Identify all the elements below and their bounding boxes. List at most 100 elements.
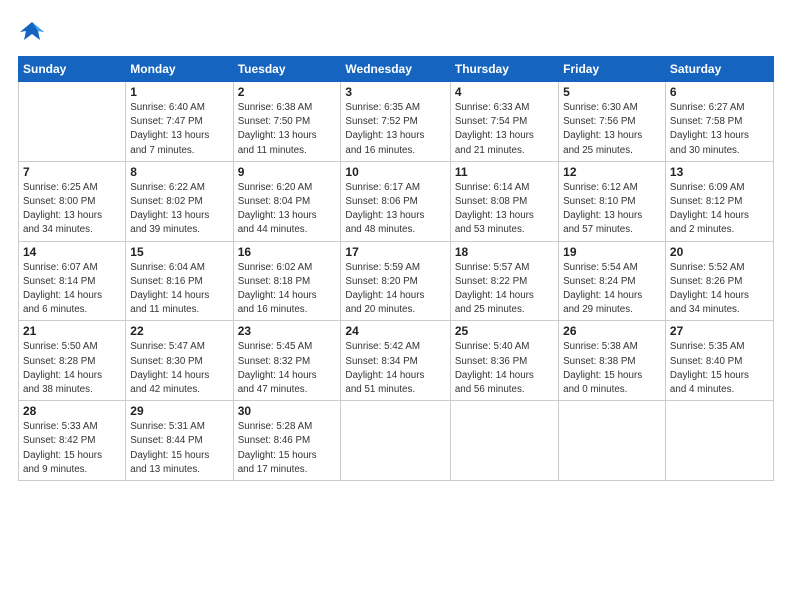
calendar-week-row: 7Sunrise: 6:25 AM Sunset: 8:00 PM Daylig…: [19, 161, 774, 241]
day-number: 25: [455, 324, 554, 338]
calendar-day-cell: 15 Sunrise: 6:04 AM Sunset: 8:16 PM Dayli…: [126, 241, 233, 321]
calendar-day-cell: 26 Sunrise: 5:38 AM Sunset: 8:38 PM Dayli…: [559, 321, 666, 401]
calendar-day-cell: 4Sunrise: 6:33 AM Sunset: 7:54 PM Daylig…: [450, 82, 558, 162]
calendar-day-cell: 19 Sunrise: 5:54 AM Sunset: 8:24 PM Dayli…: [559, 241, 666, 321]
day-number: 28: [23, 404, 121, 418]
calendar-day-cell: 8 Sunrise: 6:22 AM Sunset: 8:02 PM Daylig…: [126, 161, 233, 241]
calendar-day-cell: 10Sunrise: 6:17 AM Sunset: 8:06 PM Dayli…: [341, 161, 450, 241]
calendar-day-cell: 16 Sunrise: 6:02 AM Sunset: 8:18 PM Dayli…: [233, 241, 341, 321]
day-info: Sunrise: 5:47 AM Sunset: 8:30 PM Dayligh…: [130, 340, 228, 397]
day-number: 18: [455, 245, 554, 259]
day-number: 4: [455, 85, 554, 99]
day-info: Sunrise: 5:59 AM Sunset: 8:20 PM Dayligh…: [345, 261, 445, 318]
day-info: Sunrise: 6:02 AM Sunset: 8:18 PM Dayligh…: [238, 261, 337, 318]
calendar-day-cell: 7Sunrise: 6:25 AM Sunset: 8:00 PM Daylig…: [19, 161, 126, 241]
calendar-day-cell: 17Sunrise: 5:59 AM Sunset: 8:20 PM Dayli…: [341, 241, 450, 321]
day-number: 22: [130, 324, 228, 338]
day-info: Sunrise: 6:30 AM Sunset: 7:56 PM Dayligh…: [563, 101, 661, 158]
day-info: Sunrise: 5:50 AM Sunset: 8:28 PM Dayligh…: [23, 340, 121, 397]
day-number: 15: [130, 245, 228, 259]
day-info: Sunrise: 5:28 AM Sunset: 8:46 PM Dayligh…: [238, 420, 337, 477]
calendar-week-row: 21 Sunrise: 5:50 AM Sunset: 8:28 PM Dayli…: [19, 321, 774, 401]
day-number: 2: [238, 85, 337, 99]
day-info: Sunrise: 6:09 AM Sunset: 8:12 PM Dayligh…: [670, 181, 769, 238]
day-number: 13: [670, 165, 769, 179]
calendar-day-cell: 2 Sunrise: 6:38 AM Sunset: 7:50 PM Daylig…: [233, 82, 341, 162]
day-info: Sunrise: 6:20 AM Sunset: 8:04 PM Dayligh…: [238, 181, 337, 238]
day-number: 5: [563, 85, 661, 99]
day-of-week-header: Thursday: [450, 57, 558, 82]
calendar-header-row: SundayMondayTuesdayWednesdayThursdayFrid…: [19, 57, 774, 82]
calendar-day-cell: 5 Sunrise: 6:30 AM Sunset: 7:56 PM Daylig…: [559, 82, 666, 162]
day-info: Sunrise: 5:57 AM Sunset: 8:22 PM Dayligh…: [455, 261, 554, 318]
day-info: Sunrise: 5:52 AM Sunset: 8:26 PM Dayligh…: [670, 261, 769, 318]
calendar-week-row: 14 Sunrise: 6:07 AM Sunset: 8:14 PM Dayli…: [19, 241, 774, 321]
day-of-week-header: Friday: [559, 57, 666, 82]
calendar-week-row: 1 Sunrise: 6:40 AM Sunset: 7:47 PM Daylig…: [19, 82, 774, 162]
day-info: Sunrise: 6:40 AM Sunset: 7:47 PM Dayligh…: [130, 101, 228, 158]
calendar-table: SundayMondayTuesdayWednesdayThursdayFrid…: [18, 56, 774, 481]
calendar-day-cell: [450, 401, 558, 481]
calendar-day-cell: 29 Sunrise: 5:31 AM Sunset: 8:44 PM Dayli…: [126, 401, 233, 481]
day-info: Sunrise: 6:25 AM Sunset: 8:00 PM Dayligh…: [23, 181, 121, 238]
calendar-day-cell: 25Sunrise: 5:40 AM Sunset: 8:36 PM Dayli…: [450, 321, 558, 401]
day-info: Sunrise: 6:35 AM Sunset: 7:52 PM Dayligh…: [345, 101, 445, 158]
day-number: 12: [563, 165, 661, 179]
day-info: Sunrise: 6:22 AM Sunset: 8:02 PM Dayligh…: [130, 181, 228, 238]
day-info: Sunrise: 6:04 AM Sunset: 8:16 PM Dayligh…: [130, 261, 228, 318]
day-number: 19: [563, 245, 661, 259]
calendar-day-cell: 27 Sunrise: 5:35 AM Sunset: 8:40 PM Dayli…: [665, 321, 773, 401]
day-info: Sunrise: 6:27 AM Sunset: 7:58 PM Dayligh…: [670, 101, 769, 158]
calendar-day-cell: 21 Sunrise: 5:50 AM Sunset: 8:28 PM Dayli…: [19, 321, 126, 401]
calendar-day-cell: [559, 401, 666, 481]
calendar-day-cell: 6 Sunrise: 6:27 AM Sunset: 7:58 PM Daylig…: [665, 82, 773, 162]
day-number: 6: [670, 85, 769, 99]
day-number: 24: [345, 324, 445, 338]
day-of-week-header: Tuesday: [233, 57, 341, 82]
calendar-day-cell: 3Sunrise: 6:35 AM Sunset: 7:52 PM Daylig…: [341, 82, 450, 162]
calendar-day-cell: 13 Sunrise: 6:09 AM Sunset: 8:12 PM Dayli…: [665, 161, 773, 241]
day-info: Sunrise: 5:54 AM Sunset: 8:24 PM Dayligh…: [563, 261, 661, 318]
calendar-day-cell: 22 Sunrise: 5:47 AM Sunset: 8:30 PM Dayli…: [126, 321, 233, 401]
header: [18, 18, 774, 46]
day-of-week-header: Monday: [126, 57, 233, 82]
page: SundayMondayTuesdayWednesdayThursdayFrid…: [0, 0, 792, 612]
day-number: 16: [238, 245, 337, 259]
calendar-day-cell: 12 Sunrise: 6:12 AM Sunset: 8:10 PM Dayli…: [559, 161, 666, 241]
day-number: 30: [238, 404, 337, 418]
day-info: Sunrise: 6:12 AM Sunset: 8:10 PM Dayligh…: [563, 181, 661, 238]
day-of-week-header: Sunday: [19, 57, 126, 82]
calendar-day-cell: [19, 82, 126, 162]
day-info: Sunrise: 5:33 AM Sunset: 8:42 PM Dayligh…: [23, 420, 121, 477]
day-number: 10: [345, 165, 445, 179]
day-number: 27: [670, 324, 769, 338]
calendar-day-cell: 24Sunrise: 5:42 AM Sunset: 8:34 PM Dayli…: [341, 321, 450, 401]
day-number: 14: [23, 245, 121, 259]
calendar-day-cell: [341, 401, 450, 481]
day-info: Sunrise: 6:14 AM Sunset: 8:08 PM Dayligh…: [455, 181, 554, 238]
day-number: 8: [130, 165, 228, 179]
day-info: Sunrise: 6:38 AM Sunset: 7:50 PM Dayligh…: [238, 101, 337, 158]
calendar-day-cell: 23Sunrise: 5:45 AM Sunset: 8:32 PM Dayli…: [233, 321, 341, 401]
day-number: 26: [563, 324, 661, 338]
calendar-day-cell: 30 Sunrise: 5:28 AM Sunset: 8:46 PM Dayli…: [233, 401, 341, 481]
day-info: Sunrise: 5:31 AM Sunset: 8:44 PM Dayligh…: [130, 420, 228, 477]
day-of-week-header: Wednesday: [341, 57, 450, 82]
day-info: Sunrise: 5:38 AM Sunset: 8:38 PM Dayligh…: [563, 340, 661, 397]
day-number: 23: [238, 324, 337, 338]
calendar-day-cell: [665, 401, 773, 481]
calendar-day-cell: 20Sunrise: 5:52 AM Sunset: 8:26 PM Dayli…: [665, 241, 773, 321]
calendar-day-cell: 11Sunrise: 6:14 AM Sunset: 8:08 PM Dayli…: [450, 161, 558, 241]
day-number: 29: [130, 404, 228, 418]
day-number: 21: [23, 324, 121, 338]
calendar-day-cell: 28 Sunrise: 5:33 AM Sunset: 8:42 PM Dayli…: [19, 401, 126, 481]
calendar-day-cell: 9 Sunrise: 6:20 AM Sunset: 8:04 PM Daylig…: [233, 161, 341, 241]
day-info: Sunrise: 5:35 AM Sunset: 8:40 PM Dayligh…: [670, 340, 769, 397]
day-number: 1: [130, 85, 228, 99]
calendar-day-cell: 14 Sunrise: 6:07 AM Sunset: 8:14 PM Dayli…: [19, 241, 126, 321]
logo: [18, 18, 50, 46]
day-of-week-header: Saturday: [665, 57, 773, 82]
logo-bird-icon: [18, 18, 46, 46]
day-number: 9: [238, 165, 337, 179]
day-info: Sunrise: 6:07 AM Sunset: 8:14 PM Dayligh…: [23, 261, 121, 318]
